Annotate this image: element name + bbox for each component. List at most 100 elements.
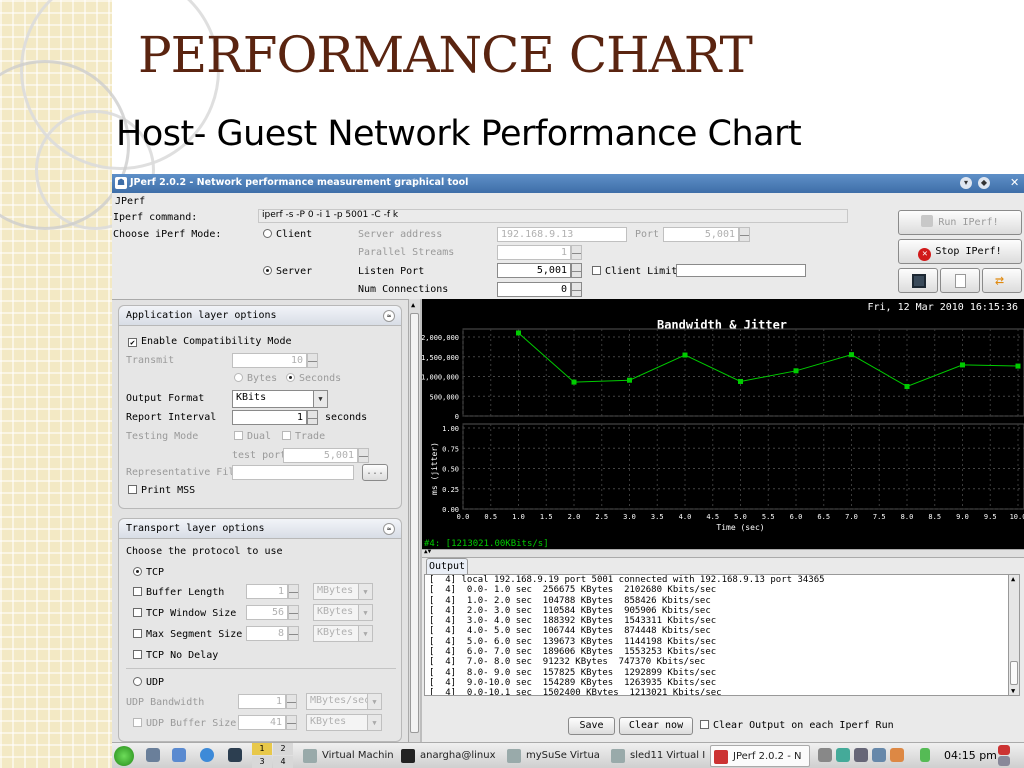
run-iperf-button[interactable]: Run IPerf!: [898, 210, 1022, 235]
buffer-length-checkbox[interactable]: Buffer Length: [133, 587, 224, 598]
client-limit-checkbox[interactable]: Client Limit: [592, 266, 677, 277]
client-limit-field[interactable]: [676, 264, 806, 277]
representative-file-field[interactable]: [232, 465, 354, 480]
clock[interactable]: 04:15 pm: [944, 749, 997, 762]
udp-buffer-size-spinner[interactable]: [286, 715, 297, 730]
tcp-radio[interactable]: TCP: [133, 567, 164, 578]
server-address-field[interactable]: 192.168.9.13: [497, 227, 627, 242]
tcp-no-delay-checkbox[interactable]: TCP No Delay: [133, 650, 218, 661]
buffer-length-spinner[interactable]: [288, 584, 299, 599]
udp-bandwidth-spinner[interactable]: [286, 694, 297, 709]
scroll-up-icon[interactable]: ▲: [1011, 575, 1015, 583]
browser-icon[interactable]: [200, 748, 214, 762]
save-config-button[interactable]: [898, 268, 938, 293]
client-radio[interactable]: Client: [263, 229, 312, 240]
file-manager-icon[interactable]: [146, 748, 160, 762]
printer-icon[interactable]: [854, 748, 868, 762]
volume-icon[interactable]: [818, 748, 832, 762]
browse-file-button[interactable]: ...: [362, 464, 388, 481]
buffer-length-field[interactable]: 1: [246, 584, 288, 599]
options-scrollbar[interactable]: ▲: [408, 299, 420, 742]
restore-config-button[interactable]: [940, 268, 980, 293]
workspace-4[interactable]: 4: [273, 756, 293, 768]
listen-port-spinner[interactable]: [571, 263, 582, 278]
collapse-icon[interactable]: ≈: [383, 523, 395, 535]
window-titlebar[interactable]: ☗ JPerf 2.0.2 - Network performance meas…: [112, 174, 1024, 193]
bytes-radio[interactable]: Bytes: [234, 373, 277, 384]
listen-port-field[interactable]: 5,001: [497, 263, 571, 278]
workspace-3[interactable]: 3: [252, 756, 272, 768]
parallel-streams-field[interactable]: 1: [497, 245, 571, 260]
task-jperf[interactable]: JPerf 2.0.2 - N: [710, 745, 810, 767]
options-scroll-thumb[interactable]: [410, 313, 419, 733]
max-segment-size-field[interactable]: 8: [246, 626, 288, 641]
clear-now-button[interactable]: Clear now: [619, 717, 693, 735]
stop-iperf-button[interactable]: ✕ Stop IPerf!: [898, 239, 1022, 264]
scroll-down-icon[interactable]: ▼: [1011, 687, 1015, 695]
num-connections-field[interactable]: 0: [497, 282, 571, 297]
report-interval-spinner[interactable]: [307, 410, 318, 425]
output-scroll-thumb[interactable]: [1010, 661, 1018, 685]
start-menu-icon[interactable]: [114, 746, 134, 766]
udp-radio[interactable]: UDP: [133, 677, 164, 688]
test-port-spinner[interactable]: [358, 448, 369, 463]
close-icon[interactable]: ✕: [1010, 176, 1019, 189]
terminal-icon[interactable]: [228, 748, 242, 762]
output-format-select[interactable]: KBits ▼: [232, 390, 328, 408]
transmit-spinner[interactable]: [307, 353, 318, 368]
tcp-window-size-unit-select[interactable]: KBytes ▼: [313, 604, 373, 621]
network-icon[interactable]: [836, 748, 850, 762]
port-field[interactable]: 5,001: [663, 227, 739, 242]
tcp-window-size-field[interactable]: 56: [246, 605, 288, 620]
chart-splitter[interactable]: ▲▼: [422, 548, 1024, 558]
tab-output[interactable]: Output: [426, 558, 468, 574]
update-icon[interactable]: [890, 748, 904, 762]
task-virtual-machine[interactable]: Virtual Machin: [300, 745, 396, 767]
scroll-up-icon[interactable]: ▲: [411, 301, 415, 309]
udp-bandwidth-field[interactable]: 1: [238, 694, 286, 709]
max-segment-size-unit-select[interactable]: KBytes ▼: [313, 625, 373, 642]
task-mysuse[interactable]: mySuSe Virtua: [504, 745, 606, 767]
minimize-icon[interactable]: ▾: [960, 177, 972, 189]
port-spinner[interactable]: [739, 227, 750, 242]
udp-buffer-size-field[interactable]: 41: [238, 715, 286, 730]
refresh-button[interactable]: ⇄: [982, 268, 1022, 293]
output-scrollbar[interactable]: ▲ ▼: [1008, 574, 1020, 696]
parallel-streams-spinner[interactable]: [571, 245, 582, 260]
workspace-switcher[interactable]: 1 2 3 4: [252, 743, 294, 768]
tcp-window-size-checkbox[interactable]: TCP Window Size: [133, 608, 236, 619]
output-log[interactable]: [ 4] local 192.168.9.19 port 5001 connec…: [424, 574, 1014, 696]
clear-output-each-run-checkbox[interactable]: Clear Output on each Iperf Run: [700, 720, 894, 731]
print-mss-checkbox[interactable]: Print MSS: [128, 485, 195, 496]
workspace-1[interactable]: 1: [252, 743, 272, 755]
num-connections-spinner[interactable]: [571, 282, 582, 297]
max-segment-size-spinner[interactable]: [288, 626, 299, 641]
compatibility-mode-checkbox[interactable]: ✔ Enable Compatibility Mode: [128, 336, 292, 347]
tcp-window-size-spinner[interactable]: [288, 605, 299, 620]
power-icon[interactable]: [998, 745, 1010, 755]
menu-jperf[interactable]: JPerf: [115, 196, 145, 207]
display-icon[interactable]: [872, 748, 886, 762]
max-segment-size-checkbox[interactable]: Max Segment Size: [133, 629, 242, 640]
collapse-icon[interactable]: ≈: [383, 310, 395, 322]
maximize-icon[interactable]: ◆: [978, 177, 990, 189]
application-layer-header[interactable]: Application layer options ≈: [119, 306, 401, 326]
udp-bandwidth-unit-select[interactable]: MBytes/sec ▼: [306, 693, 382, 710]
iperf-command-field[interactable]: iperf -s -P 0 -i 1 -p 5001 -C -f k: [258, 209, 848, 223]
server-radio[interactable]: Server: [263, 266, 312, 277]
buffer-length-unit-select[interactable]: MBytes ▼: [313, 583, 373, 600]
task-terminal[interactable]: anargha@linux: [398, 745, 502, 767]
transmit-field[interactable]: 10: [232, 353, 307, 368]
trade-checkbox[interactable]: Trade: [282, 431, 325, 442]
dual-checkbox[interactable]: Dual: [234, 431, 271, 442]
save-output-button[interactable]: Save: [568, 717, 615, 735]
test-port-field[interactable]: 5,001: [283, 448, 358, 463]
udp-buffer-size-unit-select[interactable]: KBytes ▼: [306, 714, 382, 731]
udp-buffer-size-checkbox[interactable]: UDP Buffer Size: [133, 718, 236, 729]
report-interval-field[interactable]: 1: [232, 410, 307, 425]
workspace-2[interactable]: 2: [273, 743, 293, 755]
seconds-radio[interactable]: Seconds: [286, 373, 341, 384]
lock-icon[interactable]: [998, 756, 1010, 766]
task-sled11[interactable]: sled11 Virtual I: [608, 745, 708, 767]
battery-icon[interactable]: [920, 748, 930, 762]
